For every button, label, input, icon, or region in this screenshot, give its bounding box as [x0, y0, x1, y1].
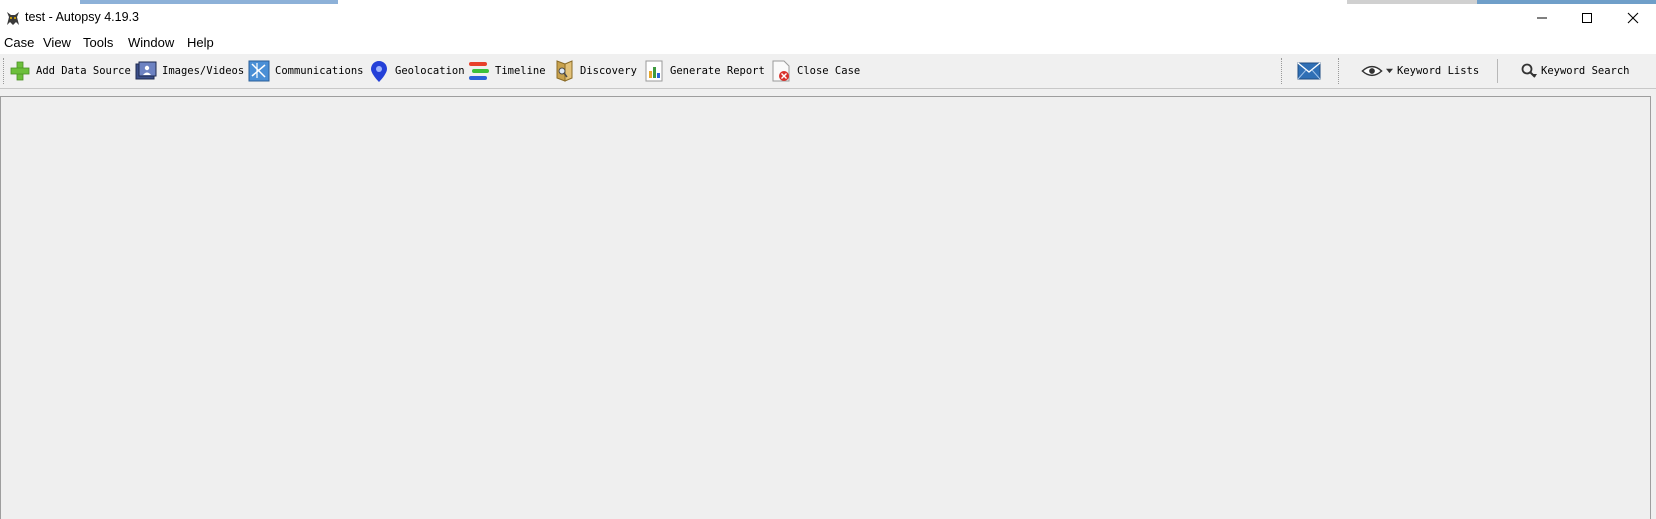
- timeline-button[interactable]: Timeline: [467, 57, 546, 84]
- search-icon: [1521, 63, 1537, 78]
- maximize-icon: [1582, 13, 1592, 23]
- keyword-search-button[interactable]: Keyword Search: [1520, 57, 1630, 84]
- envelope-icon: [1297, 61, 1321, 79]
- close-case-icon: [772, 60, 790, 81]
- images-videos-button[interactable]: Images/Videos: [134, 57, 244, 84]
- minimize-button[interactable]: [1519, 4, 1565, 32]
- add-data-source-label: Add Data Source: [36, 64, 131, 77]
- images-videos-icon: [135, 61, 157, 79]
- toolbar-separator: [1497, 59, 1498, 83]
- report-chart-icon: [645, 60, 663, 81]
- toolbar-grip[interactable]: [1338, 58, 1339, 84]
- keyword-lists-label: Keyword Lists: [1397, 64, 1480, 77]
- geolocation-button[interactable]: Geolocation: [367, 57, 465, 84]
- images-videos-label: Images/Videos: [162, 64, 245, 77]
- communications-icon: [248, 60, 270, 81]
- map-pin-icon: [371, 60, 387, 82]
- autopsy-logo-icon: [7, 12, 19, 25]
- add-plus-icon: [10, 61, 30, 80]
- close-case-label: Close Case: [797, 64, 861, 77]
- generate-report-button[interactable]: Generate Report: [642, 57, 765, 84]
- chevron-down-icon: [1386, 68, 1393, 74]
- discovery-label: Discovery: [580, 64, 637, 77]
- maximize-button[interactable]: [1564, 4, 1610, 32]
- communications-label: Communications: [275, 64, 364, 77]
- discovery-icon: [556, 59, 573, 82]
- close-window-button[interactable]: [1610, 4, 1656, 32]
- window-edge: [1652, 92, 1656, 519]
- close-icon: [1627, 12, 1639, 24]
- menu-bar: Case View Tools Window Help: [0, 32, 1656, 55]
- keyword-lists-button[interactable]: Keyword Lists: [1361, 57, 1479, 84]
- window-title: test - Autopsy 4.19.3: [25, 10, 139, 24]
- timeline-label: Timeline: [495, 64, 546, 77]
- timeline-icon: [469, 61, 489, 80]
- title-bar: test - Autopsy 4.19.3: [0, 4, 1656, 32]
- toolbar-grip[interactable]: [3, 58, 4, 84]
- add-data-source-button[interactable]: Add Data Source: [8, 57, 131, 84]
- eye-icon: [1361, 65, 1383, 76]
- menu-help[interactable]: Help: [187, 35, 214, 50]
- menu-tools[interactable]: Tools: [83, 35, 113, 50]
- email-button[interactable]: [1296, 57, 1326, 84]
- menu-case[interactable]: Case: [4, 35, 34, 50]
- communications-button[interactable]: Communications: [247, 57, 364, 84]
- menu-window[interactable]: Window: [128, 35, 174, 50]
- keyword-search-label: Keyword Search: [1541, 64, 1630, 77]
- minimize-icon: [1537, 17, 1547, 19]
- toolbar-grip[interactable]: [1281, 58, 1282, 84]
- menu-view[interactable]: View: [43, 35, 71, 50]
- main-content-area: [0, 96, 1651, 519]
- main-toolbar: Add Data Source Images/Videos Communicat…: [0, 54, 1656, 89]
- geolocation-label: Geolocation: [395, 64, 465, 77]
- generate-report-label: Generate Report: [670, 64, 765, 77]
- discovery-button[interactable]: Discovery: [552, 57, 637, 84]
- close-case-button[interactable]: Close Case: [769, 57, 860, 84]
